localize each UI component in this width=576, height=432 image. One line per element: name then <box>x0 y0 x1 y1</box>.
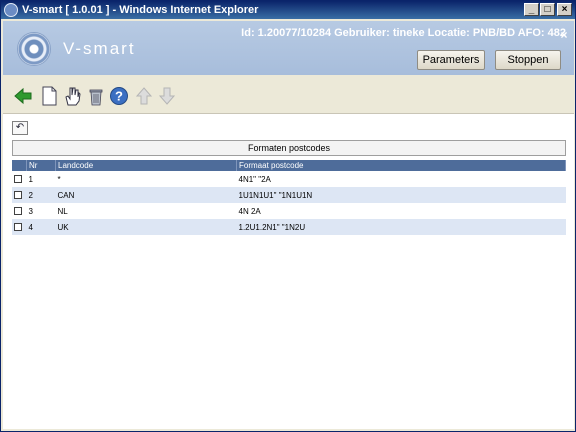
table-row[interactable]: 4 UK 1.2U1.2N1" "1N2U <box>12 219 566 235</box>
help-icon[interactable]: ? <box>109 85 129 107</box>
cell-formaat: 1U1N1U1" "1N1U1N <box>236 187 566 203</box>
table-header-row: Nr Landcode Formaat postcode <box>12 160 566 171</box>
new-document-icon[interactable] <box>39 85 59 107</box>
column-header-nr: Nr <box>26 160 56 171</box>
cell-nr: 3 <box>26 203 56 219</box>
column-header-formaat: Formaat postcode <box>236 160 566 171</box>
cell-landcode: * <box>55 171 237 187</box>
select-column-header <box>12 160 27 171</box>
session-info: Id: 1.20077/10284 Gebruiker: tineke Loca… <box>241 27 566 39</box>
close-icon[interactable]: × <box>558 29 570 41</box>
toolbar: ? <box>3 77 574 114</box>
postcode-format-table: Nr Landcode Formaat postcode 1 * 4N1" "2… <box>12 160 566 235</box>
delete-trash-icon[interactable] <box>86 85 106 107</box>
cell-formaat: 4N1" "2A <box>236 171 566 187</box>
row-select <box>12 187 27 203</box>
cell-formaat: 1.2U1.2N1" "1N2U <box>236 219 566 235</box>
minimize-button[interactable]: _ <box>524 3 539 16</box>
title-bar: V-smart [ 1.0.01 ] - Windows Internet Ex… <box>1 1 575 19</box>
app-header: V-smart Id: 1.20077/10284 Gebruiker: tin… <box>3 21 574 75</box>
undo-icon[interactable]: ↶ <box>12 121 28 135</box>
parameters-button[interactable]: Parameters <box>417 50 485 70</box>
stoppen-button[interactable]: Stoppen <box>495 50 561 70</box>
row-checkbox[interactable] <box>14 191 22 200</box>
cell-landcode: CAN <box>55 187 237 203</box>
cell-formaat: 4N 2A <box>236 203 566 219</box>
hand-select-icon[interactable] <box>62 85 82 107</box>
cell-nr: 4 <box>26 219 56 235</box>
cell-nr: 2 <box>26 187 56 203</box>
maximize-button[interactable]: □ <box>540 3 555 16</box>
content-area: ↶ Formaten postcodes Nr Landcode Formaat… <box>3 114 574 429</box>
svg-text:?: ? <box>115 89 123 104</box>
table-caption: Formaten postcodes <box>12 140 566 156</box>
move-down-icon[interactable] <box>157 85 177 107</box>
column-header-landcode: Landcode <box>55 160 237 171</box>
row-select <box>12 219 27 235</box>
window-title: V-smart [ 1.0.01 ] - Windows Internet Ex… <box>22 4 259 16</box>
back-arrow-icon[interactable] <box>13 85 33 107</box>
row-checkbox[interactable] <box>14 175 22 184</box>
table-row[interactable]: 2 CAN 1U1N1U1" "1N1U1N <box>12 187 566 203</box>
move-up-icon[interactable] <box>134 85 154 107</box>
vsmart-logo-icon <box>17 32 51 66</box>
browser-window: V-smart [ 1.0.01 ] - Windows Internet Ex… <box>0 0 576 432</box>
row-checkbox[interactable] <box>14 223 22 232</box>
cell-landcode: NL <box>55 203 237 219</box>
row-select <box>12 203 27 219</box>
table-row[interactable]: 3 NL 4N 2A <box>12 203 566 219</box>
ie-app-icon <box>4 3 18 17</box>
cell-nr: 1 <box>26 171 56 187</box>
brand-name: V-smart <box>63 39 136 58</box>
table-row[interactable]: 1 * 4N1" "2A <box>12 171 566 187</box>
row-select <box>12 171 27 187</box>
close-button[interactable]: × <box>557 3 572 16</box>
cell-landcode: UK <box>55 219 237 235</box>
row-checkbox[interactable] <box>14 207 22 216</box>
